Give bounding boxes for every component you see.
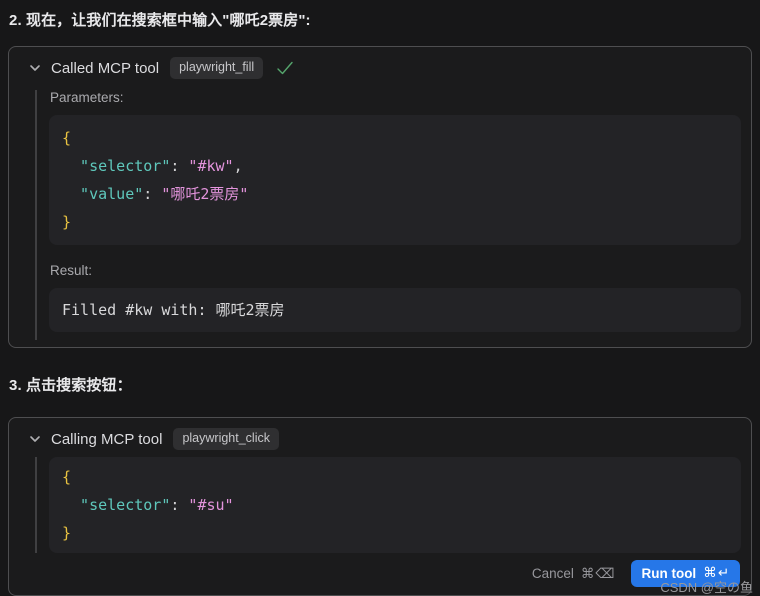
json-line: "selector": "#kw", [62,152,728,180]
json-line: { [62,463,728,491]
tool-name-badge: playwright_click [173,428,279,450]
cancel-button[interactable]: Cancel ⌘⌫ [532,566,616,582]
chevron-down-icon[interactable] [28,61,42,75]
tool-name-badge: playwright_fill [170,57,263,79]
result-output: Filled #kw with: 哪吒2票房 [49,288,741,332]
step-3-heading: 3. 点击搜索按钮： [9,374,752,395]
json-line: "value": "哪吒2票房" [62,180,728,208]
parameters-json: { "selector": "#su" } [49,457,741,553]
json-line: { [62,124,728,152]
tool-call-body: Parameters: { "selector": "#kw", "value"… [35,90,741,340]
result-label: Result: [50,263,741,278]
tool-call-panel-fill: Called MCP tool playwright_fill Paramete… [8,46,752,348]
json-line: "selector": "#su" [62,491,728,519]
success-check-icon [276,61,294,76]
tool-call-panel-click: Calling MCP tool playwright_click { "sel… [8,417,752,596]
watermark: CSDN @空の鱼 [660,577,753,596]
parameters-label: Parameters: [50,90,741,105]
tool-call-header[interactable]: Calling MCP tool playwright_click [19,427,741,451]
parameters-json: { "selector": "#kw", "value": "哪吒2票房" } [49,115,741,245]
tool-call-header[interactable]: Called MCP tool playwright_fill [19,56,741,80]
cancel-shortcut: ⌘⌫ [581,566,616,582]
tool-call-body: { "selector": "#su" } [35,457,741,553]
step-2-heading: 2. 现在，让我们在搜索框中输入"哪吒2票房": [9,9,752,30]
tool-run-footer: Cancel ⌘⌫ Run tool ⌘↵ [19,553,741,588]
tool-call-title: Called MCP tool [51,60,159,77]
json-line: } [62,519,728,547]
json-line: } [62,208,728,236]
result-line: Filled #kw with: 哪吒2票房 [62,296,728,324]
tool-call-title: Calling MCP tool [51,431,162,448]
cancel-label: Cancel [532,566,574,581]
chevron-down-icon[interactable] [28,432,42,446]
